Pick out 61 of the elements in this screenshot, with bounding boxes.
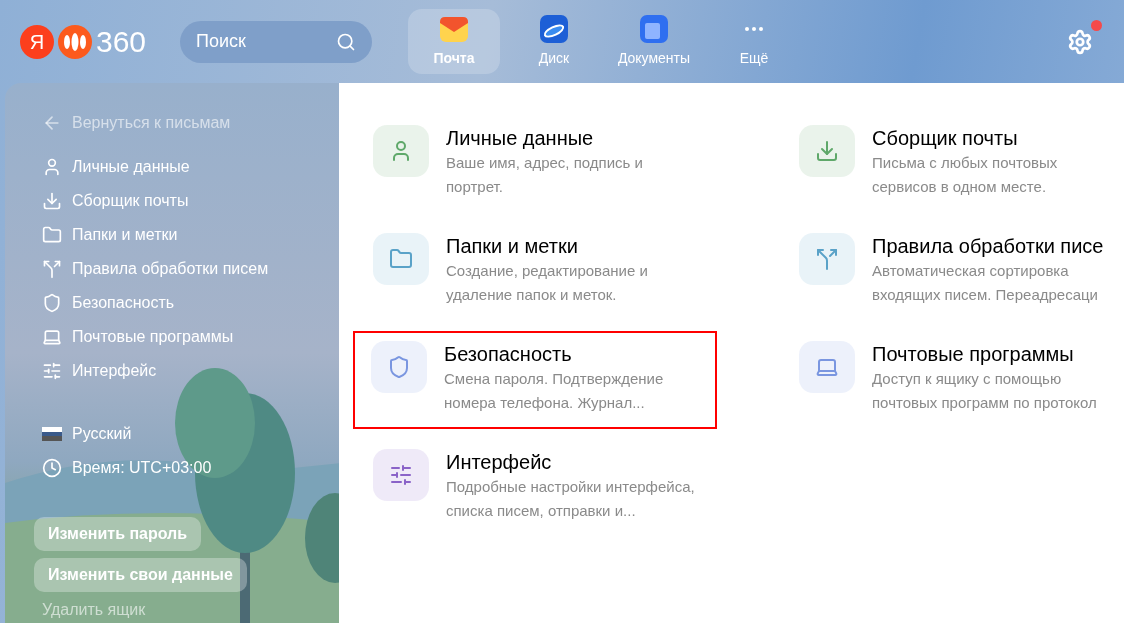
- search-icon: [336, 31, 356, 52]
- card-description: Смена пароля. Подтверждение номера телефона. Журнал...: [444, 369, 665, 413]
- delete-mailbox-link[interactable]: Удалить ящик: [42, 598, 302, 622]
- card-title: Почтовые программы: [872, 342, 1075, 367]
- app-tab[interactable]: Диск: [508, 9, 600, 74]
- settings-card[interactable]: Папки и метки Создание, редактирование и удаление папок и меток.: [355, 223, 781, 321]
- sidebar-item[interactable]: Интерфейс: [42, 359, 302, 382]
- settings-card[interactable]: Почтовые программы Доступ к ящику с помощью почтовых программ по протокол: [781, 331, 1124, 429]
- card-title: Правила обработки писе: [872, 234, 1105, 259]
- disk-app-icon: [539, 14, 569, 44]
- sidebar-item[interactable]: Почтовые программы: [42, 325, 302, 348]
- card-description: Ваше имя, адрес, подпись и портрет.: [446, 153, 644, 197]
- card-description: Создание, редактирование и удаление папок и меток.: [446, 261, 649, 305]
- settings-card[interactable]: Личные данные Ваше имя, адрес, подпись и портрет.: [355, 115, 781, 213]
- app-tab[interactable]: Документы: [608, 9, 700, 74]
- clock-icon: [42, 457, 62, 478]
- sidebar-item[interactable]: Папки и метки: [42, 223, 302, 246]
- shield-icon: [42, 292, 62, 313]
- card-description: Подробные настройки интерфейса, списка писем, отправки и...: [446, 477, 696, 521]
- sidebar-item[interactable]: Правила обработки писем: [42, 257, 302, 280]
- split-arrow-icon: [42, 258, 62, 279]
- folder-icon: [389, 247, 413, 271]
- logo-circles-icon: [58, 24, 92, 59]
- settings-card[interactable]: Сборщик почты Письма с любых почтовых сервисов в одном месте.: [781, 115, 1124, 213]
- inbox-download-icon: [815, 139, 839, 163]
- documents-app-icon: [639, 14, 669, 44]
- app-tab[interactable]: Ещё: [708, 9, 800, 74]
- sliders-icon: [389, 463, 413, 487]
- timezone-link[interactable]: Время: UTC+03:00: [42, 456, 302, 479]
- settings-card[interactable]: Правила обработки писе Автоматическая сортировка входящих писем. Переадресаци: [781, 223, 1124, 321]
- card-title: Безопасность: [444, 342, 573, 367]
- shield-icon: [387, 355, 411, 379]
- card-title: Интерфейс: [446, 450, 553, 475]
- settings-card[interactable]: Безопасность Смена пароля. Подтверждение номера телефона. Журнал...: [353, 331, 717, 429]
- settings-icon: [1067, 28, 1093, 55]
- card-description: Автоматическая сортировка входящих писем. Переадресаци: [872, 261, 1099, 305]
- logo-mark: Я: [20, 24, 54, 59]
- flag-icon: [42, 426, 62, 441]
- inbox-download-icon: [42, 190, 62, 211]
- card-title: Сборщик почты: [872, 126, 1019, 151]
- sidebar-button[interactable]: Изменить свои данные: [34, 558, 247, 592]
- person-icon: [42, 156, 62, 177]
- card-description: Доступ к ящику с помощью почтовых программ по протокол: [872, 369, 1098, 413]
- settings-card[interactable]: Интерфейс Подробные настройки интерфейса, списка писем, отправки и...: [355, 439, 781, 537]
- sliders-icon: [42, 360, 62, 381]
- search-field[interactable]: Поиск: [180, 20, 372, 63]
- logo-text: 360: [96, 26, 147, 57]
- app-tab[interactable]: Почта: [408, 9, 500, 74]
- card-title: Папки и метки: [446, 234, 579, 259]
- card-title: Личные данные: [446, 126, 595, 151]
- split-arrow-icon: [815, 247, 839, 271]
- sidebar-item[interactable]: Личные данные: [42, 155, 302, 178]
- sidebar-button[interactable]: Изменить пароль: [34, 517, 202, 551]
- sidebar-item[interactable]: Безопасность: [42, 291, 302, 314]
- more-dots-icon: [744, 26, 764, 32]
- folder-icon: [42, 224, 62, 245]
- card-description: Письма с любых почтовых сервисов в одном месте.: [872, 153, 1059, 197]
- sidebar-item[interactable]: Сборщик почты: [42, 189, 302, 212]
- envelope-icon: [439, 14, 469, 44]
- back-link[interactable]: Вернуться к письмам: [42, 111, 302, 135]
- language-link[interactable]: Русский: [42, 422, 302, 445]
